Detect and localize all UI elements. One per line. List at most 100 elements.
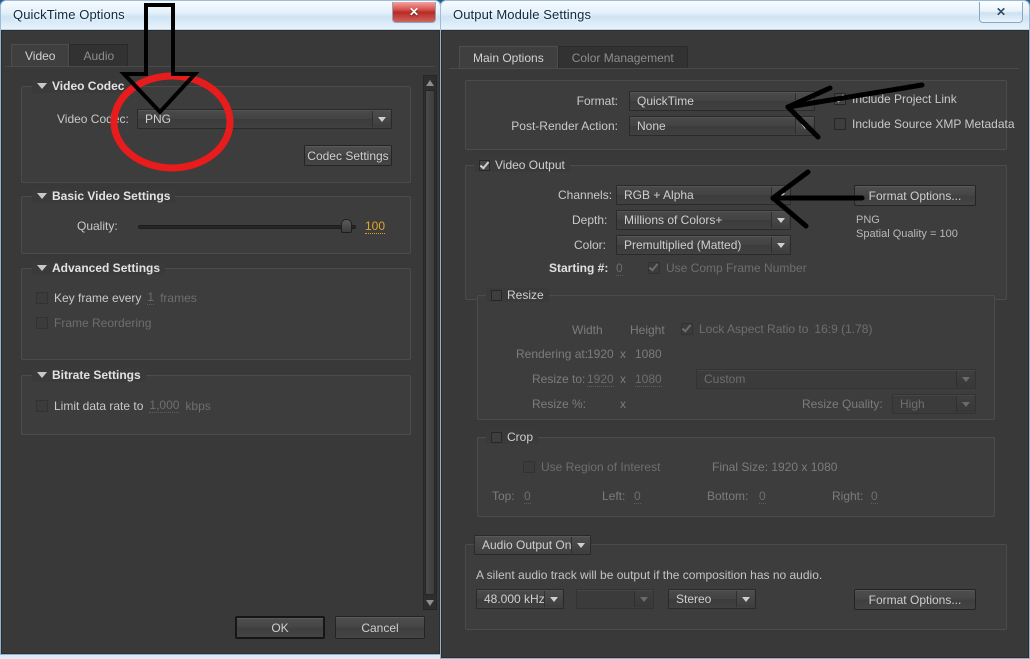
audio-format-options-button[interactable]: Format Options... [854,589,976,610]
audio-output-group: Audio Output On A silent audio track wil… [465,535,1007,630]
quality-label: Quality: [77,219,118,233]
video-output-legend[interactable]: Video Output [474,158,570,172]
resize-quality-dropdown[interactable]: High [892,394,976,414]
basic-video-legend[interactable]: Basic Video Settings [32,189,176,203]
resize-legend-label: Resize [507,288,544,302]
crop-legend[interactable]: Crop [486,430,539,444]
depth-dropdown[interactable]: Millions of Colors+ [616,210,791,230]
chevron-down-icon[interactable] [771,212,789,228]
triangle-down-icon[interactable] [37,83,47,89]
video-format-options-button[interactable]: Format Options... [854,185,976,206]
quality-slider[interactable] [138,219,356,233]
resize-to-label: Resize to: [532,372,586,386]
quicktime-options-window: QuickTime Options ✕ Video Audio Video Co… [0,0,441,655]
tab-audio[interactable]: Audio [69,44,129,66]
rendering-height-value: 1080 [635,347,662,361]
scroll-down-arrow-icon[interactable] [424,596,436,609]
chevron-down-icon[interactable] [771,237,789,253]
resize-preset-dropdown[interactable]: Custom [696,369,976,389]
chevron-down-icon[interactable] [634,591,652,607]
video-codec-png-dropdown[interactable]: PNG [137,109,392,129]
video-codec-value: PNG [145,112,172,126]
slider-thumb[interactable] [341,219,352,233]
triangle-down-icon[interactable] [37,265,47,271]
resize-quality-label: Resize Quality: [802,397,883,411]
tab-color-management[interactable]: Color Management [557,46,688,68]
audio-channels-dropdown[interactable]: Stereo [668,589,756,609]
crop-right-value[interactable]: 0 [871,489,878,504]
use-region-of-interest-checkbox[interactable]: Use Region of Interest [523,460,660,474]
lock-aspect-ratio-checkbox[interactable]: Lock Aspect Ratio to 16:9 (1.78) [681,322,872,336]
color-dropdown[interactable]: Premultiplied (Matted) [616,235,791,255]
video-codec-legend[interactable]: Video Codec [32,79,130,93]
post-render-dropdown-value: None [637,119,666,133]
use-comp-frame-number-label: Use Comp Frame Number [666,261,807,275]
bitrate-settings-group: Bitrate Settings Limit data rate to 1,00… [21,368,411,435]
tab-video-label: Video [25,48,56,63]
chevron-down-icon[interactable] [795,118,813,134]
chevron-down-icon[interactable] [771,187,789,203]
channels-dropdown[interactable]: RGB + Alpha [616,185,791,205]
chevron-down-icon[interactable] [544,591,562,607]
format-dropdown-value: QuickTime [637,94,694,108]
crop-top-value[interactable]: 0 [524,489,531,504]
audio-rate-value: 48.000 kHz [484,592,545,606]
close-icon[interactable]: ✕ [392,2,436,23]
audio-output-toggle[interactable]: Audio Output On [474,535,591,555]
chevron-down-icon[interactable] [956,371,974,387]
audio-rate-dropdown[interactable]: 48.000 kHz [476,589,564,609]
vertical-scrollbar[interactable] [423,75,437,610]
checkbox-box[interactable] [491,431,502,443]
cancel-button-label: Cancel [361,620,399,635]
quicktime-titlebar[interactable]: QuickTime Options ✕ [0,0,441,30]
checkbox-box [834,92,846,105]
bitrate-settings-legend[interactable]: Bitrate Settings [32,368,146,382]
basic-video-legend-label: Basic Video Settings [52,189,171,203]
triangle-down-icon[interactable] [37,372,47,378]
crop-left-value[interactable]: 0 [634,489,641,504]
key-frame-every-checkbox[interactable]: Key frame every 1 frames [36,290,197,305]
frame-reordering-checkbox[interactable]: Frame Reordering [36,316,151,330]
include-xmp-checkbox[interactable]: Include Source XMP Metadata [834,117,1015,131]
cancel-button[interactable]: Cancel [335,616,425,639]
chevron-down-icon[interactable] [372,111,390,127]
resize-legend[interactable]: Resize [486,288,549,302]
limit-data-rate-value[interactable]: 1,000 [149,398,180,413]
chevron-down-icon[interactable] [956,396,974,412]
rendering-at-label: Rendering at: [516,347,589,361]
key-frame-every-unit: frames [160,290,197,305]
checkbox-box [681,322,693,335]
close-icon[interactable]: ✕ [979,2,1023,23]
key-frame-every-value[interactable]: 1 [147,290,155,305]
crop-bottom-value[interactable]: 0 [759,489,766,504]
tab-underline [5,66,435,67]
scrollbar-thumb[interactable] [425,90,435,595]
checkbox-box[interactable] [479,158,490,171]
chevron-down-icon[interactable] [571,537,589,553]
limit-data-rate-checkbox[interactable]: Limit data rate to 1,000 kbps [36,398,211,413]
advanced-settings-legend[interactable]: Advanced Settings [32,261,166,275]
post-render-dropdown[interactable]: None [629,116,815,136]
quality-value[interactable]: 100 [365,219,386,234]
include-project-link-checkbox[interactable]: Include Project Link [834,92,957,106]
tab-video[interactable]: Video [11,44,70,66]
resize-preset-value: Custom [704,372,746,386]
chevron-down-icon[interactable] [736,591,754,607]
starting-number-value[interactable]: 0 [616,261,623,276]
use-comp-frame-number-checkbox[interactable]: Use Comp Frame Number [648,261,807,275]
audio-bitdepth-dropdown[interactable] [576,589,654,609]
resize-height-value[interactable]: 1080 [635,372,662,387]
output-module-titlebar[interactable]: Output Module Settings ✕ [440,0,1030,30]
format-dropdown[interactable]: QuickTime [629,91,815,111]
ok-button[interactable]: OK [235,616,325,639]
post-render-label: Post-Render Action: [511,119,618,133]
triangle-down-icon[interactable] [37,193,47,199]
resize-width-value[interactable]: 1920 [587,372,614,387]
tab-main-options[interactable]: Main Options [459,46,558,68]
lock-aspect-ratio-label: Lock Aspect Ratio to [699,322,809,336]
checkbox-box[interactable] [491,289,502,301]
chevron-down-icon[interactable] [795,93,813,109]
frame-reordering-label: Frame Reordering [54,316,152,330]
scroll-up-arrow-icon[interactable] [424,76,436,89]
codec-settings-button[interactable]: Codec Settings [304,145,392,166]
